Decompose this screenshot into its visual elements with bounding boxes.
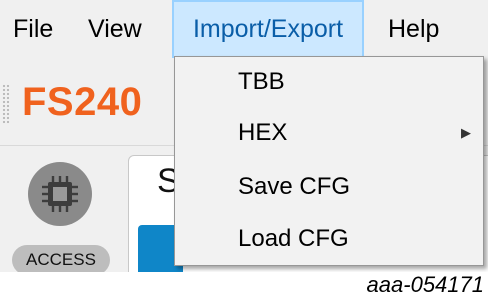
import-export-dropdown: TBB HEX ▶ Save CFG Load CFG <box>174 56 484 266</box>
menu-help[interactable]: Help <box>388 0 439 58</box>
access-label[interactable]: ACCESS <box>12 245 110 272</box>
chip-icon <box>42 176 78 212</box>
menu-file[interactable]: File <box>13 0 53 58</box>
toolbar-grip[interactable] <box>2 84 10 124</box>
access-button[interactable] <box>28 162 92 226</box>
menu-item-tbb[interactable]: TBB <box>238 68 285 96</box>
menu-import-export[interactable]: Import/Export <box>172 0 364 58</box>
menu-item-save-cfg[interactable]: Save CFG <box>238 173 350 201</box>
app-window: File View Import/Export Help FS240 ACCES… <box>0 0 488 272</box>
figure-id: aaa-054171 <box>366 272 484 297</box>
submenu-arrow-icon: ▶ <box>461 125 471 140</box>
menu-item-hex[interactable]: HEX <box>238 119 287 147</box>
menu-bar: File View Import/Export Help <box>0 0 488 58</box>
menu-item-load-cfg[interactable]: Load CFG <box>238 225 349 253</box>
brand-title: FS240 <box>22 80 143 124</box>
menu-view[interactable]: View <box>88 0 142 58</box>
